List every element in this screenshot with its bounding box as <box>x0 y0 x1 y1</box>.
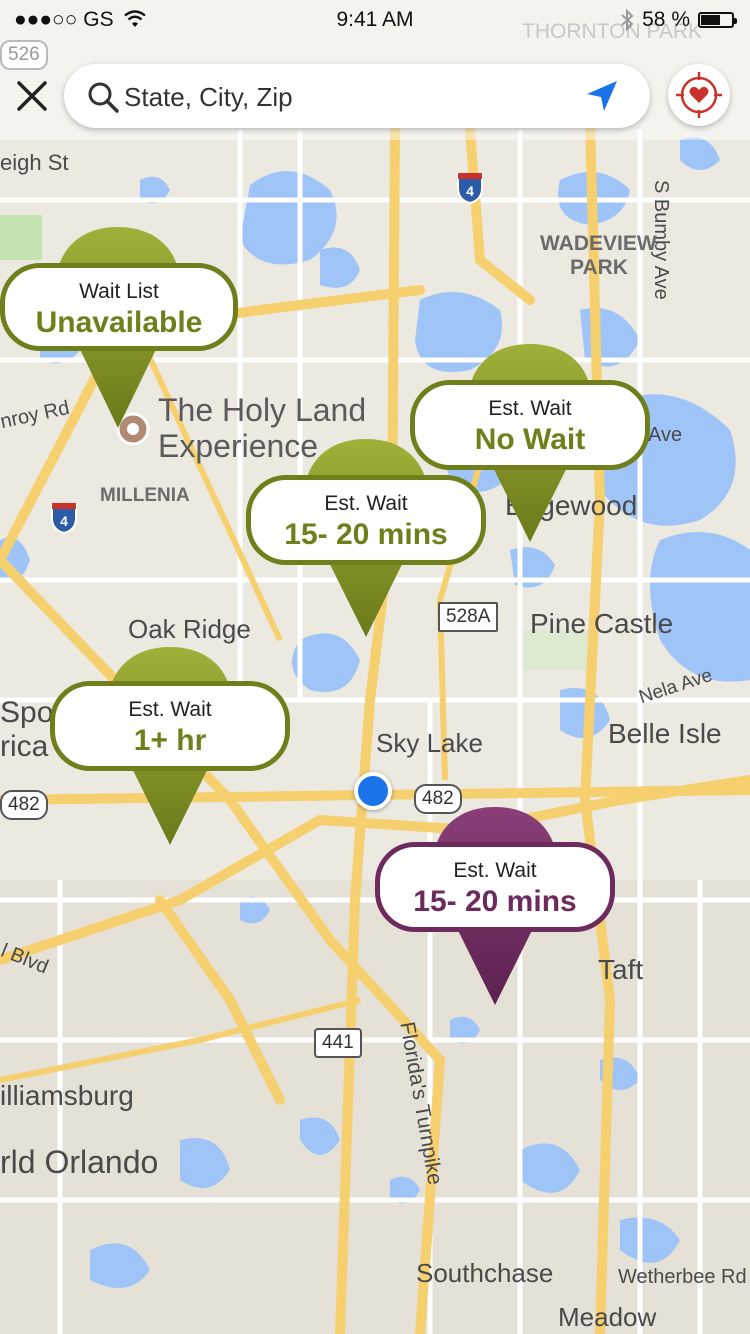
battery-percent: 58 % <box>642 8 690 31</box>
pin-label: Est. Wait <box>488 397 572 420</box>
map-label-wadeview: WADEVIEW <box>540 232 657 255</box>
map-label-eigh-st: eigh St <box>0 150 69 175</box>
pin-bubble: Wait List Unavailable <box>0 263 238 351</box>
pin-status: Unavailable <box>35 306 203 339</box>
pin-label: Wait List <box>79 280 159 303</box>
clinic-pin-15-20-mins[interactable]: Est. Wait 15- 20 mins <box>246 437 486 637</box>
route-shield-482-left: 482 <box>0 790 48 820</box>
favorites-button[interactable] <box>668 64 730 126</box>
battery-status: 58 % <box>620 8 737 32</box>
pin-status: 15- 20 mins <box>284 518 448 551</box>
map-label-southchase: Southchase <box>416 1258 554 1288</box>
map-label-rica: rica <box>0 730 49 763</box>
search-bar[interactable] <box>64 64 650 128</box>
search-icon <box>88 82 119 113</box>
map-label-belle-isle: Belle Isle <box>608 718 722 749</box>
pin-status: 1+ hr <box>133 724 207 757</box>
clinic-pin-1-hr[interactable]: Est. Wait 1+ hr <box>50 645 290 845</box>
battery-icon <box>698 12 737 28</box>
pin-status: 15- 20 mins <box>413 885 577 918</box>
map-label-spo: Spo <box>0 696 54 729</box>
bluetooth-icon <box>621 9 634 31</box>
map-label-oak-ridge: Oak Ridge <box>128 614 251 644</box>
pin-label: Est. Wait <box>324 492 408 515</box>
pin-bubble: Est. Wait 15- 20 mins <box>246 475 486 565</box>
map-label-wadeview-park: PARK <box>570 256 628 279</box>
close-icon <box>17 81 47 111</box>
location-arrow-icon[interactable] <box>584 78 620 114</box>
pin-label: Est. Wait <box>453 859 537 882</box>
map-label-world-orlando: rld Orlando <box>0 1144 159 1180</box>
interstate-4-label: 4 <box>60 513 68 529</box>
interstate-4-shield-south: 4 <box>51 503 77 534</box>
map-label-sky-lake: Sky Lake <box>376 728 483 758</box>
clinic-pin-wait-list-unavailable[interactable]: Wait List Unavailable <box>0 225 240 435</box>
interstate-4-shield-north: 4 <box>457 173 483 204</box>
pin-label: Est. Wait <box>128 698 212 721</box>
map-label-meadow: Meadow <box>558 1302 657 1332</box>
pin-bubble: Est. Wait 1+ hr <box>50 681 290 771</box>
clinic-pin-15-20-mins-selected[interactable]: Est. Wait 15- 20 mins <box>375 805 615 1007</box>
route-shield-441: 441 <box>314 1028 362 1058</box>
map-label-pine-castle: Pine Castle <box>530 608 674 639</box>
heart-target-icon <box>676 72 722 118</box>
map-label-williamsburg: illiamsburg <box>0 1080 134 1111</box>
pin-bubble: Est. Wait 15- 20 mins <box>375 842 615 932</box>
interstate-4-label: 4 <box>466 183 474 199</box>
map-label-millenia: MILLENIA <box>100 485 190 506</box>
close-button[interactable] <box>10 74 54 118</box>
search-input[interactable] <box>122 76 576 118</box>
map-label-wetherbee-rd: Wetherbee Rd <box>618 1266 747 1288</box>
route-shield-526: 526 <box>0 40 48 70</box>
status-bar: ●●●○○ GS 9:41 AM 58 % <box>0 0 750 40</box>
map-label-ave: Ave <box>648 424 683 446</box>
